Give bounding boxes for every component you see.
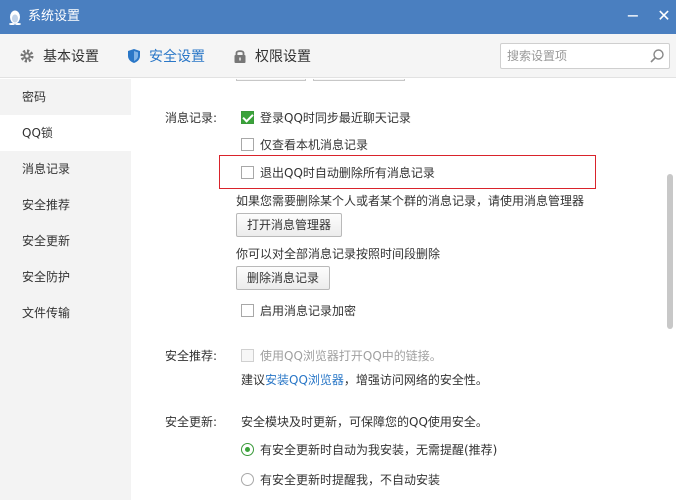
tab-label: 权限设置 (255, 49, 311, 65)
shield-icon (128, 49, 140, 63)
scrolled-button-edge[interactable] (236, 79, 306, 81)
window-title: 系统设置 (28, 9, 81, 24)
checkbox-checked[interactable] (241, 111, 254, 124)
browser-tip: 建议 安装QQ浏览器 ，增强访问网络的安全性。 (241, 371, 488, 388)
sync-recent-checkbox[interactable]: 登录QQ时同步最近聊天记录 (241, 109, 411, 126)
tab-basic-settings[interactable]: 基本设置 (19, 45, 99, 67)
sidebar-item-safe-protection[interactable]: 安全防护 (0, 259, 131, 295)
search-input[interactable] (507, 48, 645, 64)
scrollbar-thumb[interactable] (667, 174, 673, 329)
tip-suffix: ，增强访问网络的安全性。 (343, 373, 488, 387)
close-button[interactable]: ✕ (655, 7, 673, 25)
sidebar-item-safe-recommend[interactable]: 安全推荐 (0, 187, 131, 223)
safe-update-desc: 安全模块及时更新，可保障您的QQ使用安全。 (241, 415, 488, 429)
penguin-icon (9, 10, 21, 25)
radio-checked[interactable] (241, 443, 254, 456)
checkbox-label: 退出QQ时自动删除所有消息记录 (260, 166, 435, 180)
tab-security-settings[interactable]: 安全设置 (127, 45, 205, 67)
settings-content: 消息记录: 登录QQ时同步最近聊天记录 仅查看本机消息记录 退出QQ时自动删除所… (131, 79, 664, 500)
title-bar: 系统设置 − ✕ (0, 0, 676, 34)
radio-label: 有安全更新时提醒我，不自动安装 (260, 473, 441, 487)
delete-message-record-button[interactable]: 删除消息记录 (236, 266, 331, 290)
checkbox-label: 启用消息记录加密 (260, 304, 357, 318)
radio[interactable] (241, 473, 254, 486)
checkbox[interactable] (241, 304, 254, 317)
manager-hint: 如果您需要删除某个人或者某个群的消息记录，请使用消息管理器 (236, 194, 585, 208)
sidebar-item-qq-lock[interactable]: QQ锁 (0, 115, 131, 151)
tab-label: 基本设置 (43, 49, 99, 65)
tab-permission-settings[interactable]: 权限设置 (233, 45, 311, 67)
install-qq-browser-link[interactable]: 安装QQ浏览器 (265, 371, 344, 388)
local-only-checkbox[interactable]: 仅查看本机消息记录 (241, 136, 368, 153)
auto-install-radio[interactable]: 有安全更新时自动为我安装，无需提醒(推荐) (241, 441, 497, 458)
checkbox-label: 登录QQ时同步最近聊天记录 (260, 111, 411, 125)
search-box[interactable] (500, 43, 670, 69)
search-icon[interactable] (649, 48, 665, 64)
sidebar-item-safe-update[interactable]: 安全更新 (0, 223, 131, 259)
checkbox-disabled (241, 349, 254, 362)
radio-label: 有安全更新时自动为我安装，无需提醒(推荐) (260, 443, 498, 457)
sidebar: 密码 QQ锁 消息记录 安全推荐 安全更新 安全防护 文件传输 (0, 79, 131, 500)
tab-label: 安全设置 (149, 49, 205, 65)
vertical-scrollbar[interactable] (664, 79, 676, 500)
checkbox-label: 仅查看本机消息记录 (260, 138, 369, 152)
section-label-safe-update: 安全更新: (165, 415, 218, 429)
encrypt-checkbox[interactable]: 启用消息记录加密 (241, 302, 356, 319)
delete-hint: 你可以对全部消息记录按照时间段删除 (236, 247, 441, 261)
tab-bar: 基本设置 安全设置 权限设置 (0, 34, 676, 78)
checkbox[interactable] (241, 166, 254, 179)
sidebar-item-password[interactable]: 密码 (0, 79, 131, 115)
lock-icon (234, 50, 246, 63)
scrolled-button-edge[interactable] (313, 79, 405, 81)
section-label-message-record: 消息记录: (165, 111, 218, 125)
sidebar-item-message-record[interactable]: 消息记录 (0, 151, 131, 187)
qq-browser-checkbox: 使用QQ浏览器打开QQ中的链接。 (241, 347, 442, 364)
checkbox[interactable] (241, 138, 254, 151)
minimize-button[interactable]: − (624, 7, 642, 25)
open-message-manager-button[interactable]: 打开消息管理器 (236, 213, 343, 237)
checkbox-label: 使用QQ浏览器打开QQ中的链接。 (260, 349, 442, 363)
tip-prefix: 建议 (241, 373, 266, 387)
delete-on-exit-checkbox[interactable]: 退出QQ时自动删除所有消息记录 (241, 164, 435, 181)
notify-only-radio[interactable]: 有安全更新时提醒我，不自动安装 (241, 471, 440, 488)
sidebar-item-file-transfer[interactable]: 文件传输 (0, 295, 131, 331)
gear-icon (20, 49, 34, 63)
section-label-safe-recommend: 安全推荐: (165, 349, 218, 363)
